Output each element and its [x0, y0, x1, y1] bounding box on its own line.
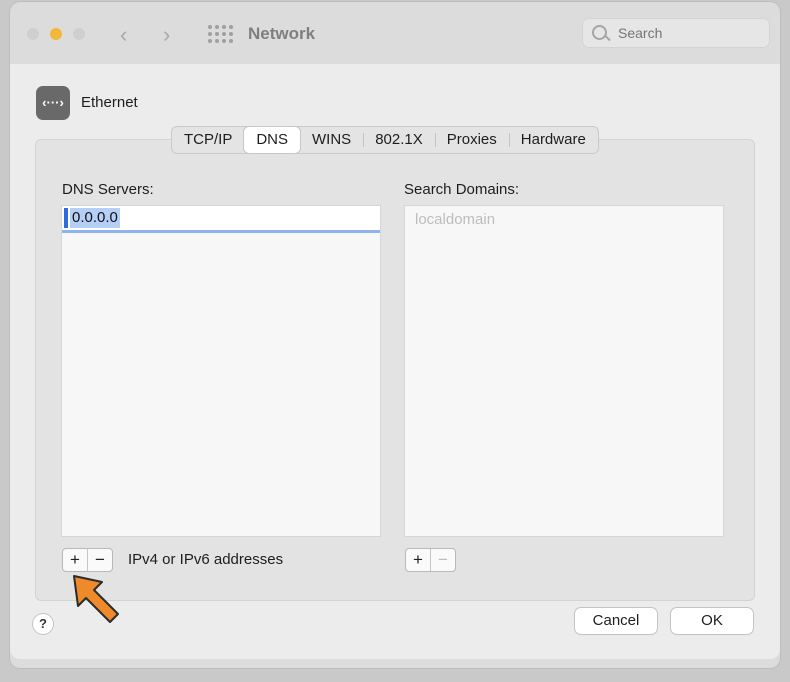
search-field[interactable]: [582, 18, 770, 48]
service-name: Ethernet: [81, 94, 138, 111]
tab-8021x[interactable]: 802.1X: [363, 127, 435, 153]
tab-proxies[interactable]: Proxies: [434, 127, 509, 153]
remove-domain-button[interactable]: −: [430, 549, 455, 571]
tab-bar: TCP/IP DNS WINS 802.1X Proxies Hardware: [171, 126, 599, 154]
text-cursor: [64, 208, 68, 228]
tab-hardware[interactable]: Hardware: [508, 127, 598, 153]
add-dns-button[interactable]: +: [63, 549, 87, 571]
window-title: Network: [248, 24, 316, 43]
add-domain-button[interactable]: +: [406, 549, 430, 571]
tab-dns[interactable]: DNS: [244, 127, 301, 153]
help-button[interactable]: ?: [33, 614, 53, 634]
pointer-arrow-icon: [73, 575, 119, 623]
ethernet-icon: ‹···›: [36, 86, 70, 120]
title-bar: ‹ › Network: [10, 2, 780, 64]
domain-add-remove-group: + −: [405, 548, 456, 572]
search-domains-list[interactable]: localdomain: [405, 206, 723, 536]
search-domains-label: Search Domains:: [404, 181, 520, 198]
zoom-button[interactable]: [73, 28, 85, 40]
back-arrow-icon[interactable]: ‹: [120, 22, 127, 48]
show-all-grid-icon[interactable]: [208, 25, 233, 43]
search-icon: [592, 25, 607, 40]
dns-add-remove-group: + −: [62, 548, 113, 572]
dns-server-value[interactable]: 0.0.0.0: [70, 208, 120, 228]
ok-button[interactable]: OK: [671, 608, 753, 634]
network-sheet: ‹···› Ethernet TCP/IP DNS WINS 802.1X Pr…: [10, 64, 780, 659]
forward-arrow-icon[interactable]: ›: [163, 22, 170, 48]
dns-server-row[interactable]: 0.0.0.0: [62, 206, 380, 233]
search-domain-row[interactable]: localdomain: [415, 211, 495, 228]
search-input[interactable]: [618, 25, 758, 41]
tab-wins[interactable]: WINS: [300, 127, 363, 153]
cancel-button[interactable]: Cancel: [575, 608, 657, 634]
dns-hint-text: IPv4 or IPv6 addresses: [128, 551, 284, 568]
network-window: ‹ › Network ‹···› Ethernet TCP/IP DNS WI…: [10, 2, 780, 668]
close-button[interactable]: [27, 28, 39, 40]
dns-servers-list[interactable]: 0.0.0.0: [62, 206, 380, 536]
tab-tcpip[interactable]: TCP/IP: [172, 127, 244, 153]
minimize-button[interactable]: [50, 28, 62, 40]
dns-servers-label: DNS Servers:: [62, 181, 154, 198]
remove-dns-button[interactable]: −: [87, 549, 112, 571]
